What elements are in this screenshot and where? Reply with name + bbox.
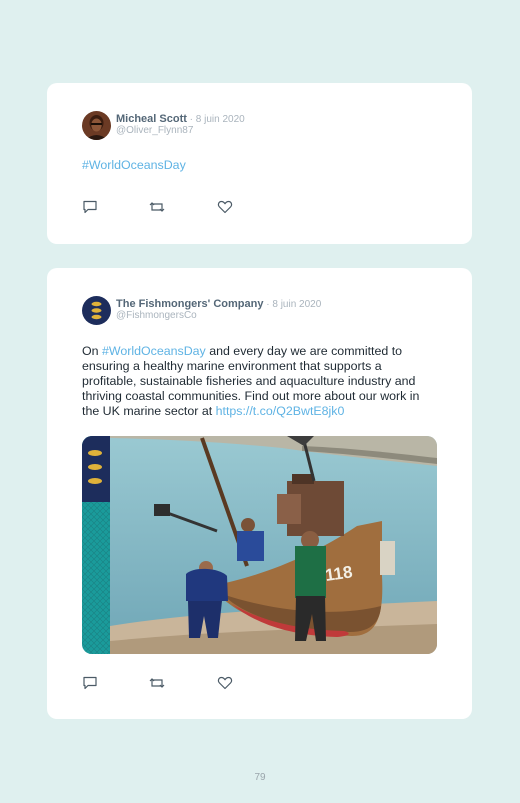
avatar[interactable] xyxy=(82,296,111,325)
tweet-date: · 8 juin 2020 xyxy=(186,114,245,125)
tweet-photo[interactable]: 118 xyxy=(82,436,437,654)
reply-icon[interactable] xyxy=(82,200,100,216)
heart-icon[interactable] xyxy=(217,676,235,692)
tweet-date: · 8 juin 2020 xyxy=(263,299,322,310)
tweet-text: On #WorldOceansDay and every day we are … xyxy=(82,344,438,419)
tweet-text: #WorldOceansDay xyxy=(82,158,438,173)
tweet-actions xyxy=(82,200,242,216)
boat-number: 118 xyxy=(324,562,354,585)
author-label: Micheal Scott xyxy=(116,113,187,125)
hashtag-link[interactable]: #WorldOceansDay xyxy=(82,158,186,172)
author-handle[interactable]: @FishmongersCo xyxy=(116,310,197,321)
author-label: The Fishmongers' Company xyxy=(116,298,264,310)
author-name[interactable]: The Fishmongers' Company · 8 juin 2020 xyxy=(116,298,321,310)
retweet-icon[interactable] xyxy=(149,200,167,216)
avatar[interactable] xyxy=(82,111,111,140)
author-handle[interactable]: @Oliver_Flynn87 xyxy=(116,125,193,136)
author-name[interactable]: Micheal Scott · 8 juin 2020 xyxy=(116,113,245,125)
tweet-card: The Fishmongers' Company · 8 juin 2020 @… xyxy=(47,268,472,719)
url-link[interactable]: https://t.co/Q2BwtE8jk0 xyxy=(216,404,345,418)
reply-icon[interactable] xyxy=(82,676,100,692)
tweet-text-prefix: On xyxy=(82,344,102,358)
retweet-icon[interactable] xyxy=(149,676,167,692)
tweet-card: Micheal Scott · 8 juin 2020 @Oliver_Flyn… xyxy=(47,83,472,244)
page-number: 79 xyxy=(254,772,266,783)
heart-icon[interactable] xyxy=(217,200,235,216)
tweet-actions xyxy=(82,676,242,692)
hashtag-link[interactable]: #WorldOceansDay xyxy=(102,344,206,358)
